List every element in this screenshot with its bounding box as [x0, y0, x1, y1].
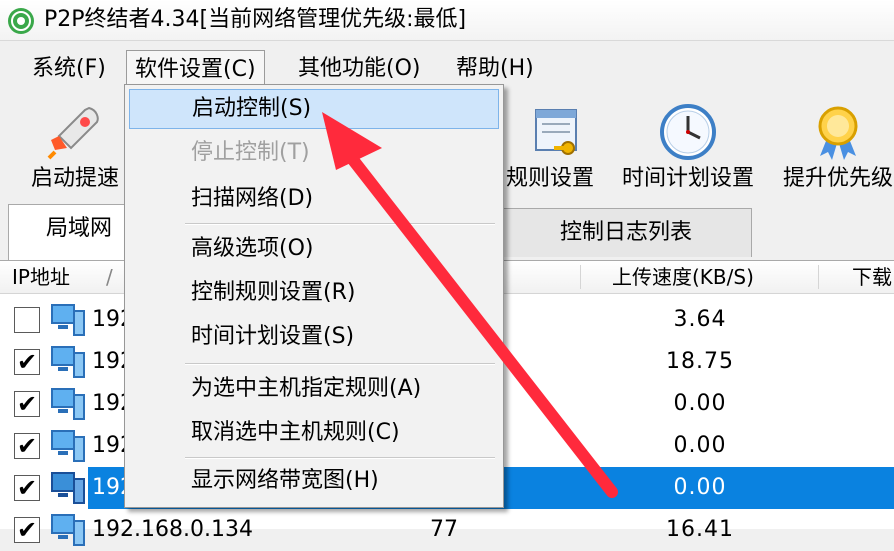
menu-advanced-options[interactable]: 高级选项(O): [129, 229, 499, 269]
rule-settings-button[interactable]: 规则设置: [500, 96, 600, 200]
menu-scan-network[interactable]: 扫描网络(D): [129, 179, 499, 219]
menu-help[interactable]: 帮助(H): [448, 50, 542, 88]
computer-icon: [51, 304, 85, 336]
column-download-speed[interactable]: 下载: [852, 261, 892, 293]
row-checkbox[interactable]: ✔: [14, 433, 40, 459]
app-logo-icon: [8, 8, 34, 34]
menu-time-schedule-settings[interactable]: 时间计划设置(S): [129, 317, 499, 357]
table-row[interactable]: ✔ 192.168.0.134 77 16.41: [0, 509, 894, 551]
row-upload-speed: 0.00: [673, 475, 727, 500]
row-extra-value: 77: [430, 517, 458, 542]
menu-start-control[interactable]: 启动控制(S): [129, 89, 499, 129]
software-settings-dropdown: 启动控制(S) 停止控制(T) 扫描网络(D) 高级选项(O) 控制规则设置(R…: [124, 84, 504, 508]
column-divider[interactable]: [818, 265, 819, 289]
row-ip: 192.168.0.134: [92, 517, 253, 542]
rules-key-icon: [535, 109, 577, 155]
row-upload-speed: 3.64: [673, 307, 727, 332]
computer-icon: [51, 514, 85, 546]
menu-show-bandwidth-chart[interactable]: 显示网络带宽图(H): [129, 461, 499, 501]
raise-priority-button[interactable]: 提升优先级: [778, 96, 894, 200]
row-upload-speed: 16.41: [666, 517, 734, 542]
menu-separator: [185, 363, 495, 365]
computer-icon: [51, 388, 85, 420]
row-checkbox[interactable]: ✔: [14, 391, 40, 417]
start-speedup-button[interactable]: 启动提速: [20, 96, 130, 200]
menu-other-functions[interactable]: 其他功能(O): [290, 50, 428, 88]
menu-stop-control: 停止控制(T): [191, 140, 310, 165]
raise-priority-label: 提升优先级: [782, 166, 893, 191]
row-checkbox[interactable]: ✔: [14, 475, 40, 501]
menu-control-rule-settings[interactable]: 控制规则设置(R): [129, 273, 499, 313]
sort-indicator: /: [106, 265, 113, 289]
window-title: P2P终结者4.34[当前网络管理优先级:最低]: [44, 7, 467, 32]
menu-cancel-host-rule[interactable]: 取消选中主机规则(C): [129, 413, 499, 453]
computer-icon: [51, 430, 85, 462]
award-ribbon-icon: [818, 106, 858, 160]
row-upload-speed: 18.75: [666, 349, 734, 374]
row-upload-speed: 0.00: [673, 433, 727, 458]
row-upload-speed: 0.00: [673, 391, 727, 416]
menu-separator: [185, 223, 495, 225]
column-divider[interactable]: [580, 265, 581, 289]
computer-icon: [51, 346, 85, 378]
menu-separator: [185, 457, 495, 459]
clock-icon: [660, 104, 716, 160]
rule-settings-label: 规则设置: [505, 166, 594, 191]
row-checkbox[interactable]: ✔: [14, 349, 40, 375]
tab-control-log[interactable]: 控制日志列表: [500, 208, 752, 257]
column-ip-address[interactable]: IP地址: [12, 261, 70, 293]
rocket-icon: [47, 106, 99, 160]
time-schedule-button[interactable]: 时间计划设置: [612, 96, 764, 200]
start-speedup-label: 启动提速: [30, 166, 119, 191]
column-upload-speed[interactable]: 上传速度(KB/S): [612, 261, 754, 293]
menu-system[interactable]: 系统(F): [24, 50, 114, 88]
title-bar: P2P终结者4.34[当前网络管理优先级:最低]: [0, 0, 894, 41]
time-schedule-label: 时间计划设置: [621, 166, 754, 191]
menu-assign-rule-to-host[interactable]: 为选中主机指定规则(A): [129, 369, 499, 409]
row-checkbox[interactable]: ✔: [14, 517, 40, 543]
row-checkbox[interactable]: [14, 307, 40, 333]
computer-icon: [51, 472, 85, 504]
